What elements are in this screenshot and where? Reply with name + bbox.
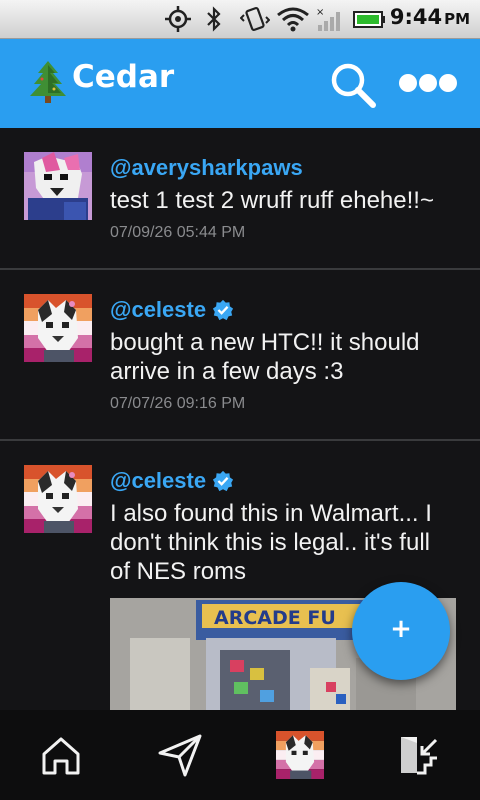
vibrate-icon bbox=[240, 7, 270, 31]
clock-ampm: PM bbox=[444, 10, 470, 28]
handle-text[interactable]: @celeste bbox=[110, 297, 206, 322]
profile-avatar[interactable] bbox=[276, 731, 324, 779]
verified-badge-icon bbox=[212, 470, 234, 492]
app-title: Cedar bbox=[72, 59, 175, 95]
search-icon[interactable] bbox=[328, 61, 378, 109]
post[interactable]: @celeste bought a new HTC!! it should ar… bbox=[0, 270, 480, 440]
post-text: bought a new HTC!! it should arrive in a… bbox=[110, 329, 420, 385]
post-handle[interactable]: @celeste bbox=[110, 297, 234, 323]
avatar[interactable] bbox=[24, 294, 92, 362]
clock: 9:44 PM bbox=[390, 5, 470, 29]
tree-icon bbox=[30, 61, 66, 103]
compose-plus[interactable]: + bbox=[352, 582, 450, 680]
more-dots-icon[interactable] bbox=[398, 69, 458, 97]
bottom-nav bbox=[0, 710, 480, 800]
verified-badge-icon bbox=[212, 299, 234, 321]
battery-icon bbox=[353, 11, 385, 28]
signal-icon: × bbox=[316, 7, 340, 31]
post-text: test 1 test 2 wruff ruff ehehe!!~ bbox=[110, 187, 434, 214]
post-timestamp: 07/09/26 05:44 PM bbox=[110, 224, 246, 241]
post-text: I also found this in Walmart... I don't … bbox=[110, 500, 432, 585]
svg-text:×: × bbox=[316, 7, 324, 18]
send-icon[interactable] bbox=[155, 730, 205, 780]
status-bar: × 9:44 PM bbox=[0, 0, 480, 39]
wifi-icon bbox=[277, 7, 309, 32]
app-bar: Cedar bbox=[0, 39, 480, 128]
avatar[interactable] bbox=[24, 465, 92, 533]
handle-text[interactable]: @averysharkpaws bbox=[110, 155, 303, 180]
gps-icon bbox=[165, 6, 191, 32]
logout-icon[interactable] bbox=[398, 734, 440, 776]
post-handle[interactable]: @celeste bbox=[110, 468, 234, 494]
post[interactable]: @averysharkpaws test 1 test 2 wruff ruff… bbox=[0, 128, 480, 268]
screen: × 9:44 PM Cedar @averysharkpaws test 1 t… bbox=[0, 0, 480, 800]
handle-text[interactable]: @celeste bbox=[110, 468, 206, 493]
clock-time: 9:44 bbox=[389, 5, 443, 29]
attachment-label: ARCADE FU bbox=[214, 607, 336, 629]
bluetooth-icon bbox=[207, 6, 221, 32]
compose-button[interactable]: + bbox=[352, 582, 450, 680]
avatar[interactable] bbox=[24, 152, 92, 220]
post-timestamp: 07/07/26 09:16 PM bbox=[110, 395, 246, 412]
home-icon[interactable] bbox=[36, 730, 86, 780]
post-handle[interactable]: @averysharkpaws bbox=[110, 155, 303, 181]
